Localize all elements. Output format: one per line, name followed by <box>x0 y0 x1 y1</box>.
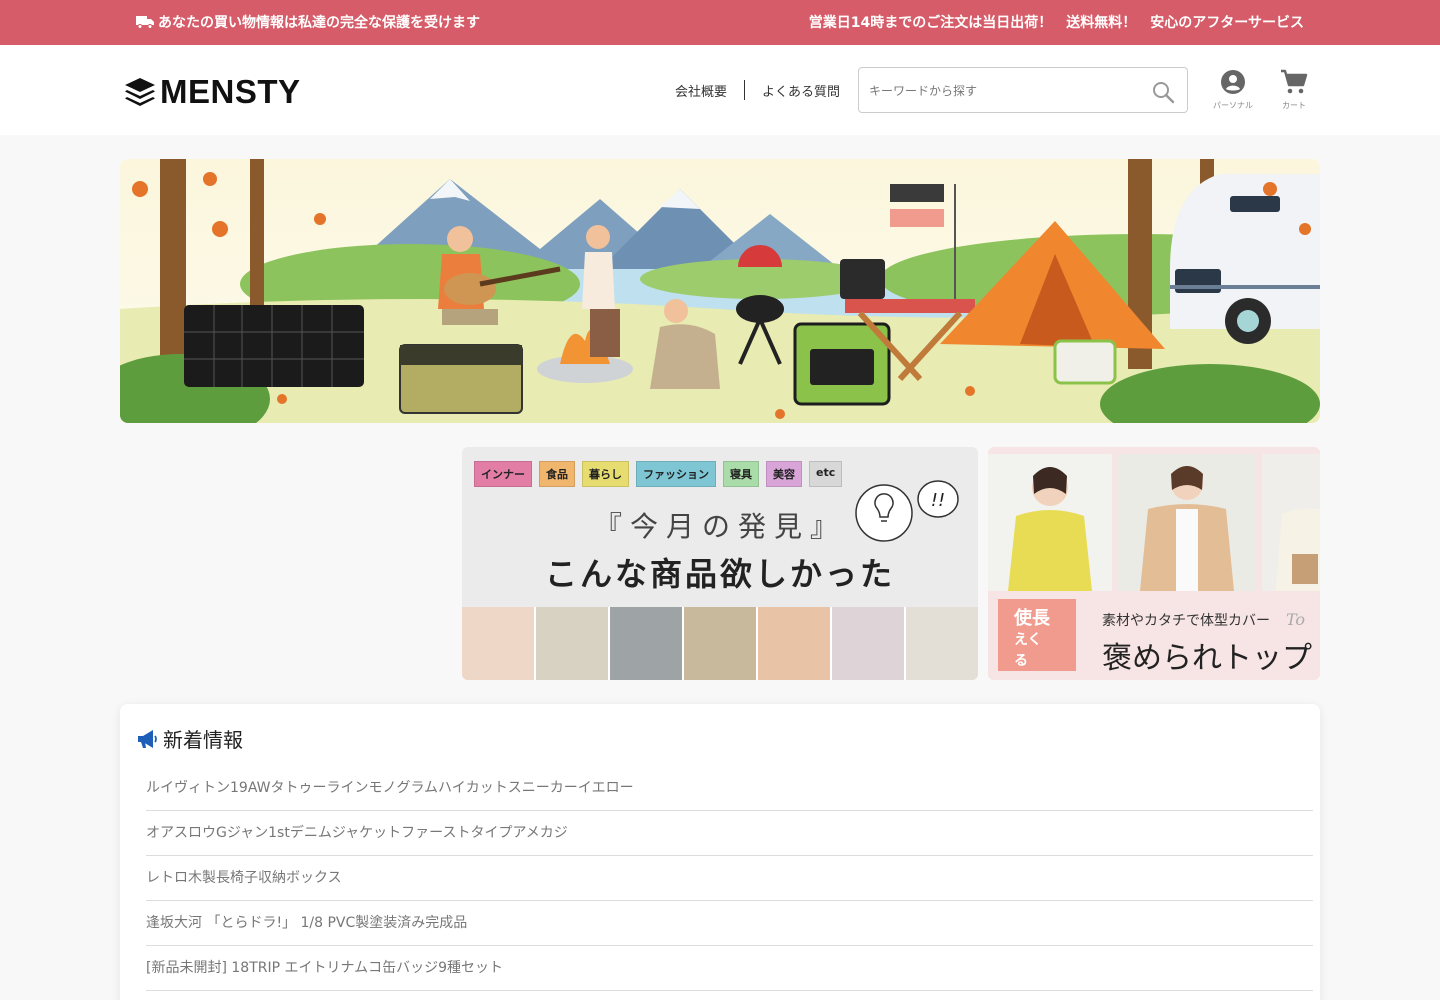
photo-fish <box>684 607 758 680</box>
news-item[interactable]: レトロ木製長椅子収納ボックス <box>146 856 1313 901</box>
stack-logo-icon <box>125 78 155 106</box>
account-icon <box>1221 70 1245 94</box>
service-notices: 営業日14時までのご注文は当日出荷！ 送料無料！ 安心のアフターサービス <box>809 12 1304 32</box>
news-item[interactable] <box>146 991 1313 1000</box>
photo-blouse <box>832 607 906 680</box>
nav-link-faq[interactable]: よくある質問 <box>762 81 840 100</box>
news-heading: 新着情報 <box>136 724 243 753</box>
news-list: ルイヴィトン19AWタトゥーラインモノグラムハイカットスニーカーイエロー オアス… <box>146 766 1313 1000</box>
header-nav: 会社概要 よくある質問 <box>675 80 840 100</box>
promo-tagline: 素材やカタチで体型カバー <box>1102 613 1270 629</box>
account-button[interactable]: パーソナル <box>1211 69 1255 111</box>
logo-text: MENSTY <box>160 73 301 110</box>
cart-button[interactable]: カート <box>1272 69 1316 111</box>
search-box <box>858 67 1188 113</box>
tag-food: 食品 <box>539 461 575 487</box>
news-item[interactable]: 逢坂大河 「とらドラ!」 1/8 PVC製塗装済み完成品 <box>146 901 1313 946</box>
hero-banner[interactable] <box>120 159 1320 423</box>
same-day-shipping-notice: 営業日14時までのご注文は当日出荷！ <box>808 15 1053 31</box>
announcement-bar: あなたの買い物情報は私達の完全な保護を受けます 営業日14時までのご注文は当日出… <box>0 0 1440 45</box>
photo-eye-mask <box>462 607 536 680</box>
product-photo-strip <box>462 607 978 680</box>
promo-title: こんな商品欲しかった <box>544 555 895 593</box>
category-tags: インナー 食品 暮らし ファッション 寝具 美容 etc <box>474 461 843 487</box>
tag-fashion: ファッション <box>636 461 716 487</box>
free-shipping-notice: 送料無料！ <box>1066 15 1137 31</box>
tag-etc: etc <box>809 461 843 487</box>
lightbulb-icon: !! <box>855 480 959 542</box>
tag-inner: インナー <box>474 461 532 487</box>
nav-link-company[interactable]: 会社概要 <box>675 81 727 100</box>
photo-broom <box>906 607 978 680</box>
badge-line-1: 使長 <box>1014 608 1050 629</box>
search-input[interactable] <box>869 80 1139 102</box>
promo-badge: 使長 えく る <box>998 599 1076 671</box>
cart-icon <box>1281 69 1308 94</box>
news-title-text: 新着情報 <box>163 728 243 752</box>
nav-divider <box>744 80 746 100</box>
promo-headline: 褒められトップ <box>1102 641 1312 676</box>
model-photo-beige <box>1118 454 1256 591</box>
photo-shirt <box>536 607 610 680</box>
camping-illustration <box>120 159 1320 423</box>
model-photo-yellow <box>988 454 1112 591</box>
tag-bedding: 寝具 <box>723 461 759 487</box>
truck-icon <box>136 16 154 29</box>
site-logo[interactable]: MENSTY <box>124 73 301 111</box>
promo-banner-discovery[interactable]: インナー 食品 暮らし ファッション 寝具 美容 etc 『今月の発見』 こんな… <box>462 447 978 680</box>
cart-label: カート <box>1282 101 1306 110</box>
news-item[interactable]: [新品未開封] 18TRIP エイトリナムコ缶バッジ9種セット <box>146 946 1313 991</box>
badge-line-2: えく <box>1014 632 1042 648</box>
badge-line-3: る <box>1014 653 1028 669</box>
privacy-notice: あなたの買い物情報は私達の完全な保護を受けます <box>136 12 480 32</box>
privacy-notice-text: あなたの買い物情報は私達の完全な保護を受けます <box>158 15 480 31</box>
news-section: 新着情報 ルイヴィトン19AWタトゥーラインモノグラムハイカットスニーカーイエロ… <box>120 704 1320 1000</box>
site-header: MENSTY 会社概要 よくある質問 パーソナル カート <box>0 45 1440 135</box>
model-photo-white <box>1262 454 1320 591</box>
megaphone-icon <box>138 729 157 748</box>
tag-living: 暮らし <box>582 461 629 487</box>
promo-to-text: To <box>1286 610 1306 629</box>
promo-banner-tops[interactable]: 使長 えく る 素材やカタチで体型カバー To 褒められトップ <box>988 447 1320 680</box>
tag-beauty: 美容 <box>766 461 802 487</box>
bubble-text: !! <box>931 490 945 511</box>
news-item[interactable]: ルイヴィトン19AWタトゥーラインモノグラムハイカットスニーカーイエロー <box>146 766 1313 811</box>
search-icon[interactable] <box>1151 80 1175 104</box>
news-item[interactable]: オアスロウGジャン1stデニムジャケットファーストタイプアメカジ <box>146 811 1313 856</box>
account-label: パーソナル <box>1213 101 1253 110</box>
photo-drain <box>610 607 684 680</box>
after-service-notice: 安心のアフターサービス <box>1150 15 1304 31</box>
photo-skin-patch <box>758 607 832 680</box>
